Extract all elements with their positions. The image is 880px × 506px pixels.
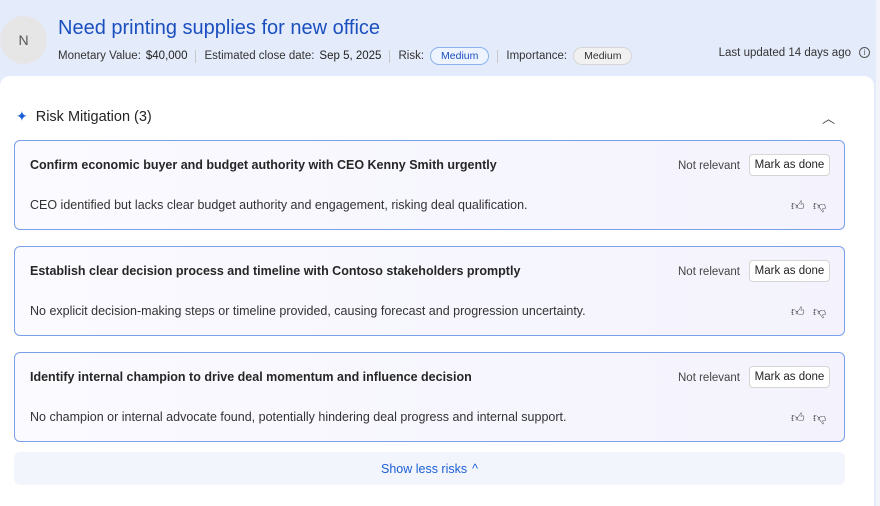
risk-card: Establish clear decision process and tim… xyxy=(14,246,845,336)
risk-title: Identify internal champion to drive deal… xyxy=(30,370,472,384)
risk-badge: Medium xyxy=(430,47,490,65)
chevron-up-icon: ^ xyxy=(472,461,478,476)
importance-badge: Medium xyxy=(573,47,633,65)
thumbs-down-icon[interactable]: 👎︎ xyxy=(813,304,826,320)
monetary-label: Monetary Value: xyxy=(58,50,141,62)
risk-description: No champion or internal advocate found, … xyxy=(30,410,567,424)
monetary-value: $40,000 xyxy=(145,50,188,62)
divider xyxy=(195,49,197,63)
risk-title: Confirm economic buyer and budget author… xyxy=(30,158,497,172)
page-title: Need printing supplies for new office xyxy=(58,17,381,39)
risk-description: CEO identified but lacks clear budget au… xyxy=(30,198,528,212)
risk-label: Risk: xyxy=(398,50,425,62)
show-less-risks-button[interactable]: Show less risks ^ xyxy=(14,452,845,485)
mark-as-done-button[interactable]: Mark as done xyxy=(749,260,830,282)
show-less-label: Show less risks xyxy=(380,461,468,476)
section-header: ✦ Risk Mitigation (3) xyxy=(16,108,152,125)
deal-meta: Monetary Value: $40,000 Estimated close … xyxy=(58,46,633,66)
not-relevant-button[interactable]: Not relevant xyxy=(678,266,740,278)
scrollbar[interactable] xyxy=(876,0,880,506)
importance-label: Importance: xyxy=(506,50,568,62)
risk-panel: ✦ Risk Mitigation (3) ︿ Confirm economic… xyxy=(0,76,874,506)
thumbs-up-icon[interactable]: 👍︎ xyxy=(791,198,805,214)
not-relevant-button[interactable]: Not relevant xyxy=(678,160,740,172)
thumbs-down-icon[interactable]: 👎︎ xyxy=(813,198,826,214)
mark-as-done-button[interactable]: Mark as done xyxy=(749,366,830,388)
risk-card: Identify internal champion to drive deal… xyxy=(14,352,845,442)
thumbs-up-icon[interactable]: 👍︎ xyxy=(791,410,805,426)
risk-card: Confirm economic buyer and budget author… xyxy=(14,140,845,230)
thumbs-down-icon[interactable]: 👎︎ xyxy=(813,410,826,426)
risk-description: No explicit decision-making steps or tim… xyxy=(30,304,586,318)
chevron-up-icon[interactable]: ︿ xyxy=(822,108,835,127)
mark-as-done-button[interactable]: Mark as done xyxy=(749,154,830,176)
divider xyxy=(389,49,391,63)
section-title: Risk Mitigation (3) xyxy=(35,108,152,125)
info-icon[interactable]: i xyxy=(859,47,870,58)
sparkle-icon: ✦ xyxy=(16,108,28,124)
thumbs-up-icon[interactable]: 👍︎ xyxy=(791,304,805,320)
last-updated: Last updated 14 days ago xyxy=(718,47,851,59)
risk-title: Establish clear decision process and tim… xyxy=(30,264,521,278)
divider xyxy=(497,49,499,63)
not-relevant-button[interactable]: Not relevant xyxy=(678,372,740,384)
close-date-label: Estimated close date: xyxy=(204,50,315,62)
avatar: N xyxy=(0,16,47,64)
close-date-value: Sep 5, 2025 xyxy=(319,50,382,62)
